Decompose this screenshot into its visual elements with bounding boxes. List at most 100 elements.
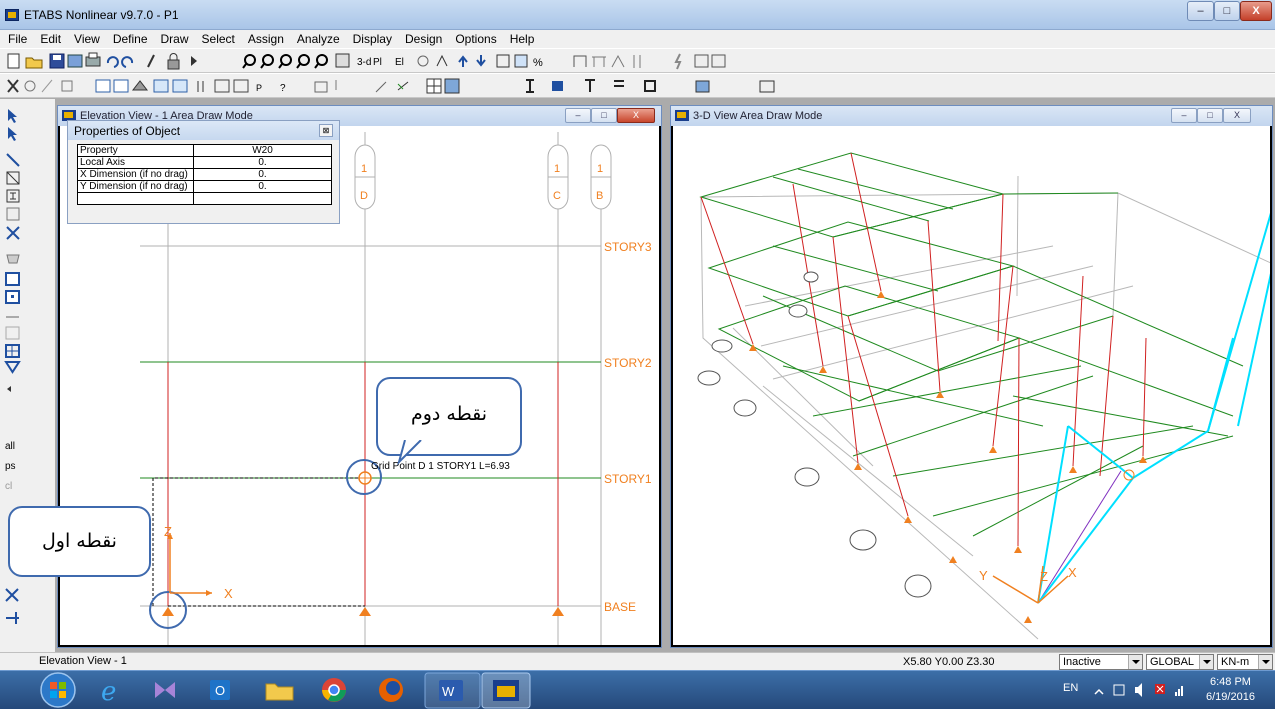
delete-icon[interactable]	[7, 79, 19, 93]
volume-icon[interactable]	[1135, 683, 1142, 697]
brace-icon[interactable]	[611, 54, 625, 68]
draw-brace-icon-v[interactable]	[6, 171, 20, 185]
dimension-icon[interactable]	[759, 80, 775, 93]
lock-icon[interactable]	[167, 53, 180, 70]
move-down-icon[interactable]	[476, 55, 486, 67]
refresh-icon[interactable]	[147, 54, 155, 68]
new-icon[interactable]	[7, 53, 20, 69]
redo-icon[interactable]	[121, 56, 134, 68]
beam-icon[interactable]	[592, 56, 606, 67]
elevation-maximize-button[interactable]: □	[591, 108, 617, 123]
taskbar-clock[interactable]: 6:48 PM 6/19/2016	[1206, 675, 1255, 705]
flag-icon[interactable]	[1155, 684, 1165, 694]
clear-selection-button[interactable]: cl	[5, 481, 12, 492]
scroll-arrow-icon[interactable]	[7, 386, 11, 392]
pointer-icon[interactable]	[8, 109, 17, 123]
move-up-icon[interactable]	[458, 55, 468, 67]
print-icon[interactable]	[85, 52, 101, 67]
select-all-button[interactable]: all	[5, 441, 15, 452]
x-dimension-value[interactable]: 0.	[193, 168, 332, 181]
property-value[interactable]: W20	[193, 144, 332, 157]
object-shrink-icon[interactable]	[496, 54, 510, 68]
network-icon[interactable]	[1175, 686, 1183, 696]
view-plan-button[interactable]: Pl	[373, 57, 382, 68]
pan-icon[interactable]	[335, 53, 350, 68]
edit-grid-icon[interactable]	[95, 79, 111, 93]
draw-column-icon-v[interactable]	[6, 189, 20, 203]
visual-studio-icon[interactable]	[155, 682, 175, 698]
menu-edit[interactable]: Edit	[32, 30, 66, 46]
outlook-icon[interactable]: O	[210, 680, 230, 700]
lightning-icon[interactable]	[674, 53, 682, 70]
fraction-button[interactable]: %	[533, 57, 543, 69]
save-icon[interactable]	[49, 53, 65, 69]
menu-assign[interactable]: Assign	[240, 30, 289, 46]
local-axis-value[interactable]: 0.	[193, 156, 332, 169]
draw-secondary-icon[interactable]	[6, 226, 20, 240]
3d-close-button[interactable]: X	[1223, 108, 1251, 123]
properties-close-button[interactable]: ⊠	[319, 124, 333, 137]
units-dropdown[interactable]: KN-m	[1217, 654, 1273, 670]
link-property-icon[interactable]	[197, 81, 204, 92]
view-elevation-button[interactable]: El	[395, 57, 404, 68]
run-icon[interactable]	[191, 56, 197, 66]
frame-section-icon[interactable]	[153, 79, 169, 93]
maximize-button[interactable]: □	[1214, 1, 1240, 21]
snap-icon[interactable]	[444, 78, 460, 94]
internet-explorer-icon[interactable]: e	[101, 677, 116, 707]
elevation-close-button[interactable]: X	[617, 108, 655, 123]
pointer-restraint-icon[interactable]	[314, 81, 328, 93]
menu-view[interactable]: View	[66, 30, 105, 46]
table-icon[interactable]	[694, 54, 709, 68]
view-3d-button[interactable]: 3-d	[357, 57, 371, 68]
select-by-icon[interactable]	[61, 80, 73, 92]
material-icon[interactable]	[131, 80, 149, 91]
display-icon[interactable]	[711, 54, 726, 68]
language-indicator[interactable]: EN	[1063, 682, 1078, 694]
reshape-icon[interactable]	[8, 127, 17, 141]
column-icon[interactable]	[633, 55, 641, 68]
menu-define[interactable]: Define	[105, 30, 153, 46]
load-combo-icon[interactable]	[233, 79, 249, 93]
line-select-icon[interactable]	[397, 81, 409, 91]
cut-icon[interactable]	[41, 79, 53, 93]
set-display-options-icon[interactable]	[514, 54, 528, 68]
static-load-icon[interactable]	[214, 79, 230, 93]
wall-section-icon[interactable]	[172, 79, 188, 93]
draw-opening-icon[interactable]	[5, 344, 20, 358]
import-icon[interactable]	[67, 54, 83, 68]
draw-walls-icon[interactable]	[5, 326, 20, 340]
draw-line-icon[interactable]	[6, 153, 20, 167]
previous-selection-button[interactable]: ps	[5, 461, 16, 472]
undo-icon[interactable]	[106, 56, 119, 68]
zoom-full-icon[interactable]	[296, 54, 310, 69]
draw-brace-icon[interactable]	[644, 80, 656, 92]
firefox-icon[interactable]	[379, 678, 403, 702]
chrome-icon[interactable]	[322, 678, 346, 702]
zoom-out-icon[interactable]	[278, 54, 292, 69]
split-icon[interactable]	[6, 612, 19, 624]
3d-canvas[interactable]: Y Z X	[673, 126, 1270, 645]
draw-area-icon[interactable]	[552, 81, 563, 91]
draw-beam-icon[interactable]	[614, 80, 624, 87]
start-orb-icon[interactable]	[40, 672, 76, 708]
menu-draw[interactable]: Draw	[153, 30, 194, 46]
menu-display[interactable]: Display	[345, 30, 397, 46]
show-grid-icon[interactable]	[426, 78, 442, 94]
file-explorer-icon[interactable]	[265, 683, 294, 701]
story-data-icon[interactable]	[113, 79, 129, 93]
menu-select[interactable]: Select	[194, 30, 240, 46]
joint-restraint-icon[interactable]	[5, 588, 19, 602]
close-button[interactable]: X	[1240, 1, 1272, 21]
menu-options[interactable]: Options	[447, 30, 501, 46]
minimize-button[interactable]: –	[1187, 1, 1214, 21]
perspective-icon[interactable]	[436, 54, 448, 67]
replicate-icon[interactable]	[24, 80, 36, 92]
elevation-minimize-button[interactable]: –	[565, 108, 591, 123]
draw-column-icon[interactable]	[585, 79, 595, 92]
draw-rectangular-area-icon[interactable]	[5, 272, 20, 286]
zoom-window-icon[interactable]	[242, 54, 256, 69]
query-icon[interactable]: ?	[280, 83, 286, 94]
menu-analyze[interactable]: Analyze	[289, 30, 345, 46]
rotate-icon[interactable]	[417, 55, 429, 67]
